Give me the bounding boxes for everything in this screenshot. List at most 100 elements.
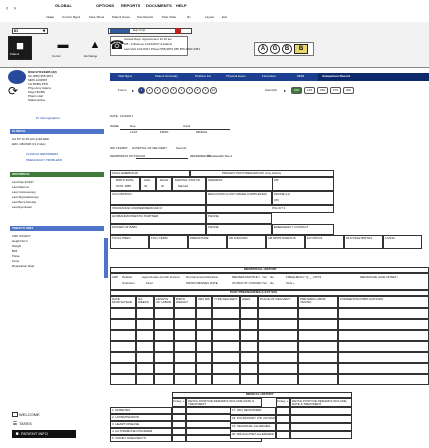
medical-right-check[interactable] xyxy=(276,431,290,439)
past-preg-cell[interactable] xyxy=(338,352,429,363)
race-value[interactable]: W xyxy=(161,185,164,188)
past-preg-cell[interactable] xyxy=(338,330,429,341)
pregnancy-problems-link[interactable]: PREGNANCY PROBLEMS xyxy=(26,159,62,162)
past-preg-cell[interactable] xyxy=(196,319,212,330)
past-preg-cell[interactable] xyxy=(212,374,240,385)
comm-icon[interactable]: ▬ xyxy=(56,39,70,51)
menstrual-yes[interactable]: Yes xyxy=(262,276,267,279)
menstrual-bcp-no[interactable]: No xyxy=(270,282,274,285)
page-button-6[interactable]: 6 xyxy=(178,87,185,94)
past-preg-cell[interactable] xyxy=(154,341,174,352)
medical-right-check[interactable] xyxy=(276,415,290,423)
past-preg-cell[interactable] xyxy=(240,341,258,352)
past-preg-cell[interactable] xyxy=(154,319,174,330)
past-preg-cell[interactable] xyxy=(298,374,338,385)
past-preg-cell[interactable] xyxy=(212,330,240,341)
past-preg-cell[interactable] xyxy=(258,363,298,374)
past-preg-cell[interactable] xyxy=(174,341,196,352)
page-button-1[interactable]: 1 xyxy=(138,87,145,94)
submenu-exit[interactable]: Exit xyxy=(222,16,227,19)
welcome-link[interactable]: WELCOME xyxy=(19,413,40,417)
menstrual-approx[interactable]: Approximate (month known) xyxy=(142,276,180,279)
past-preg-cell[interactable] xyxy=(298,319,338,330)
past-preg-cell[interactable] xyxy=(110,341,136,352)
past-preg-cell[interactable] xyxy=(174,374,196,385)
id-value[interactable]: 1234567 xyxy=(116,147,128,150)
referred-by-value[interactable]: OrbusHealth Site 2 xyxy=(207,155,232,158)
zoom-button-100[interactable]: 100 xyxy=(291,87,302,94)
submenu-face-sheet[interactable]: Face Sheet xyxy=(89,16,104,19)
medical-right-detail[interactable] xyxy=(290,407,352,415)
past-preg-cell[interactable] xyxy=(212,308,240,319)
menstrual-q-days[interactable]: Q __ DAYS xyxy=(306,276,321,279)
submenu-rx[interactable]: Rx xyxy=(187,16,191,19)
alert-phone-icon[interactable]: ☎ xyxy=(110,38,125,52)
tab-patient-summary[interactable]: Patient Summary xyxy=(155,75,178,78)
past-preg-cell[interactable] xyxy=(174,319,196,330)
past-preg-cell[interactable] xyxy=(298,308,338,319)
past-preg-cell[interactable] xyxy=(258,341,298,352)
past-preg-cell[interactable] xyxy=(258,319,298,330)
past-preg-cell[interactable] xyxy=(240,319,258,330)
menu-documents[interactable]: DOCUMENTS xyxy=(146,4,172,8)
menstrual-normal[interactable]: Normal amount/duration xyxy=(186,276,218,279)
medical-left-check[interactable] xyxy=(172,435,186,442)
page-button-4[interactable]: 4 xyxy=(162,87,169,94)
past-preg-cell[interactable] xyxy=(338,319,429,330)
page-button-9[interactable]: 9 xyxy=(202,87,209,94)
date-value[interactable]: 11/3/2017 xyxy=(120,115,133,118)
menstrual-no[interactable]: No xyxy=(270,276,274,279)
menstrual-final[interactable]: Final xyxy=(146,282,153,285)
medical-right-detail[interactable] xyxy=(290,431,352,439)
past-preg-cell[interactable] xyxy=(240,308,258,319)
past-preg-cell[interactable] xyxy=(240,330,258,341)
menu-global[interactable]: GLOBAL xyxy=(55,4,72,8)
medical-left-check[interactable] xyxy=(172,421,186,428)
past-preg-cell[interactable] xyxy=(110,308,136,319)
zoom-button-200[interactable]: 200 xyxy=(343,87,354,94)
past-preg-cell[interactable] xyxy=(196,352,212,363)
past-preg-cell[interactable] xyxy=(136,308,154,319)
submenu-past-visits[interactable]: Past Visits xyxy=(162,16,176,19)
past-preg-cell[interactable] xyxy=(174,308,196,319)
birth-date-value[interactable]: 07/01 1985 xyxy=(116,185,131,188)
medical-left-check[interactable] xyxy=(172,407,186,414)
past-preg-cell[interactable] xyxy=(258,308,298,319)
tab-physical-exam[interactable]: Physical Exam xyxy=(226,75,246,78)
marital-value[interactable]: Married xyxy=(178,185,188,188)
menstrual-bcp-yes[interactable]: Yes xyxy=(262,282,267,285)
submenu-test-results[interactable]: Test Results xyxy=(137,16,153,19)
past-preg-cell[interactable] xyxy=(136,330,154,341)
page-button-3[interactable]: 3 xyxy=(154,87,161,94)
past-preg-cell[interactable] xyxy=(136,374,154,385)
name-first-value[interactable]: Carol xyxy=(183,125,190,128)
menu-options[interactable]: OPTIONS xyxy=(96,4,114,8)
page-button-8[interactable]: 8 xyxy=(194,87,201,94)
past-preg-cell[interactable] xyxy=(212,319,240,330)
tab-mdm[interactable]: MDM xyxy=(297,75,304,78)
past-preg-cell[interactable] xyxy=(136,363,154,374)
past-preg-cell[interactable] xyxy=(110,374,136,385)
past-preg-cell[interactable] xyxy=(136,341,154,352)
past-preg-cell[interactable] xyxy=(338,363,429,374)
past-preg-cell[interactable] xyxy=(258,374,298,385)
past-preg-cell[interactable] xyxy=(212,352,240,363)
past-preg-cell[interactable] xyxy=(154,363,174,374)
past-preg-cell[interactable] xyxy=(110,330,136,341)
past-preg-cell[interactable] xyxy=(154,330,174,341)
status-icon-g[interactable]: G xyxy=(270,44,280,54)
past-preg-cell[interactable] xyxy=(212,363,240,374)
medical-right-check[interactable] xyxy=(276,423,290,431)
status-icon-b2[interactable]: B xyxy=(294,44,308,54)
sidebar-scrollbar[interactable] xyxy=(104,238,108,278)
tab-flowsheet[interactable]: Flowsheet xyxy=(262,75,276,78)
past-preg-cell[interactable] xyxy=(338,308,429,319)
menstrual-definite[interactable]: Definite xyxy=(122,276,132,279)
submenu-patient-notes[interactable]: Patient Notes xyxy=(112,16,130,19)
past-preg-cell[interactable] xyxy=(212,341,240,352)
medical-right-check[interactable] xyxy=(276,407,290,415)
past-preg-cell[interactable] xyxy=(338,374,429,385)
forward-icon[interactable]: › xyxy=(12,6,18,12)
medical-right-detail[interactable] xyxy=(290,423,352,431)
past-preg-cell[interactable] xyxy=(136,352,154,363)
